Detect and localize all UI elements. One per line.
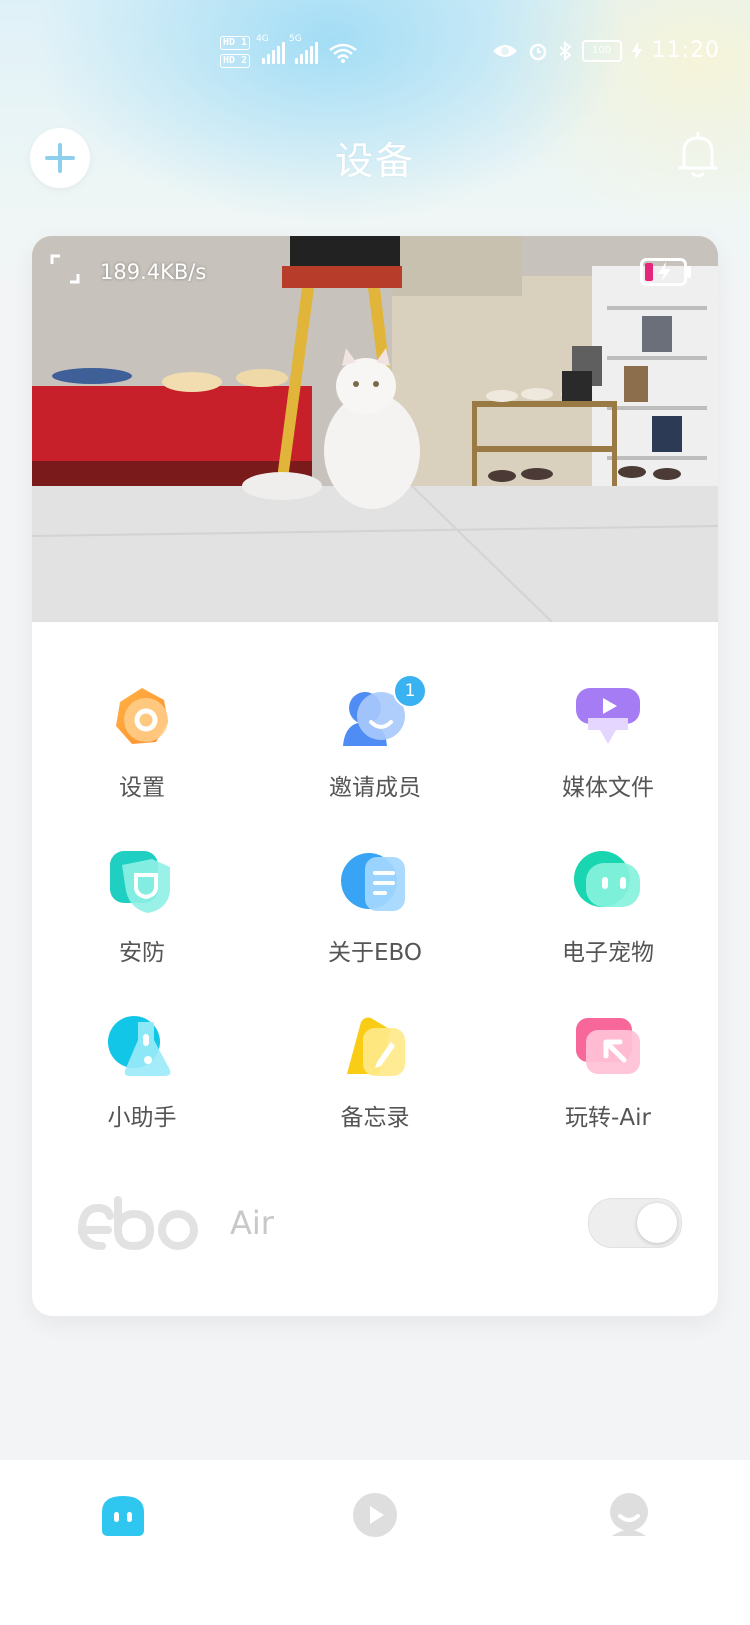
security-shield-icon [106, 847, 178, 919]
device-model: Air [230, 1204, 274, 1242]
signal-2-icon: 5G [289, 34, 318, 64]
menu-item-label: 媒体文件 [562, 775, 654, 801]
stream-speed: 189.4KB/s [100, 260, 207, 284]
alarm-icon [529, 43, 546, 60]
menu-item-invite-members[interactable]: 1 邀请成员 [275, 674, 475, 802]
menu-item-media-files[interactable]: 媒体文件 [508, 682, 708, 802]
nav-media-icon[interactable] [350, 1490, 400, 1540]
device-card: 189.4KB/s 设置 1 邀请成员 媒体文件 安防 关于EBO 电子宠物 小… [32, 236, 718, 1316]
menu-item-label: 关于EBO [327, 940, 422, 966]
ebo-logo-icon [78, 1196, 198, 1251]
settings-gear-icon [106, 682, 178, 754]
invite-members-icon: 1 [339, 674, 427, 754]
memo-pencil-icon [339, 1012, 411, 1084]
status-right: 100 11:20 [492, 38, 720, 63]
sim-indicators: HD 1 HD 2 [220, 36, 251, 68]
menu-item-label: 电子宠物 [562, 940, 654, 966]
wifi-icon [329, 43, 357, 63]
menu-item-assistant[interactable]: 小助手 [42, 1012, 242, 1132]
menu-item-label: 邀请成员 [329, 775, 421, 801]
status-bar: HD 1 HD 2 4G 5G 100 11:20 [0, 32, 750, 76]
nav-profile-icon[interactable] [604, 1490, 654, 1540]
fullscreen-icon[interactable] [50, 254, 80, 284]
device-power-toggle[interactable] [588, 1198, 682, 1248]
network-2-label: 5G [289, 34, 302, 44]
battery-icon: 100 [581, 39, 622, 62]
bluetooth-icon [558, 40, 572, 61]
media-files-icon [572, 682, 644, 754]
signal-indicators: 4G 5G [256, 34, 358, 64]
menu-item-security[interactable]: 安防 [42, 847, 242, 967]
network-1-label: 4G [256, 34, 269, 44]
sim2-label: HD 2 [220, 54, 251, 68]
toggle-knob [637, 1203, 677, 1243]
menu-item-label: 小助手 [107, 1105, 177, 1131]
sim1-label: HD 1 [220, 36, 251, 50]
menu-item-label: 备忘录 [340, 1105, 410, 1131]
camera-live-view[interactable]: 189.4KB/s [32, 236, 718, 622]
about-document-icon [339, 847, 411, 919]
menu-item-label: 玩转-Air [565, 1105, 651, 1131]
signal-1-icon: 4G [256, 34, 285, 64]
menu-item-e-pet[interactable]: 电子宠物 [508, 847, 708, 967]
invite-badge: 1 [393, 674, 427, 708]
assistant-flask-icon [106, 1012, 178, 1084]
e-pet-icon [572, 847, 644, 919]
nav-device-icon[interactable] [98, 1490, 148, 1540]
menu-item-label: 安防 [119, 940, 165, 966]
clock: 11:20 [651, 38, 720, 63]
menu-item-play-air[interactable]: 玩转-Air [508, 1012, 708, 1132]
charging-icon [631, 41, 642, 60]
device-battery-charging-icon [640, 258, 691, 286]
eye-icon [492, 44, 517, 57]
menu-item-about-ebo[interactable]: 关于EBO [275, 847, 475, 967]
battery-level: 100 [592, 45, 612, 56]
camera-scene-image [32, 236, 718, 622]
menu-item-memo[interactable]: 备忘录 [275, 1012, 475, 1132]
menu-item-label: 设置 [119, 775, 165, 801]
play-air-icon [572, 1012, 644, 1084]
notification-bell-icon[interactable] [676, 130, 720, 180]
device-footer: Air [32, 1186, 718, 1266]
page-title: 设备 [334, 139, 415, 183]
menu-item-settings[interactable]: 设置 [42, 682, 242, 802]
bottom-navigation [0, 1460, 750, 1625]
